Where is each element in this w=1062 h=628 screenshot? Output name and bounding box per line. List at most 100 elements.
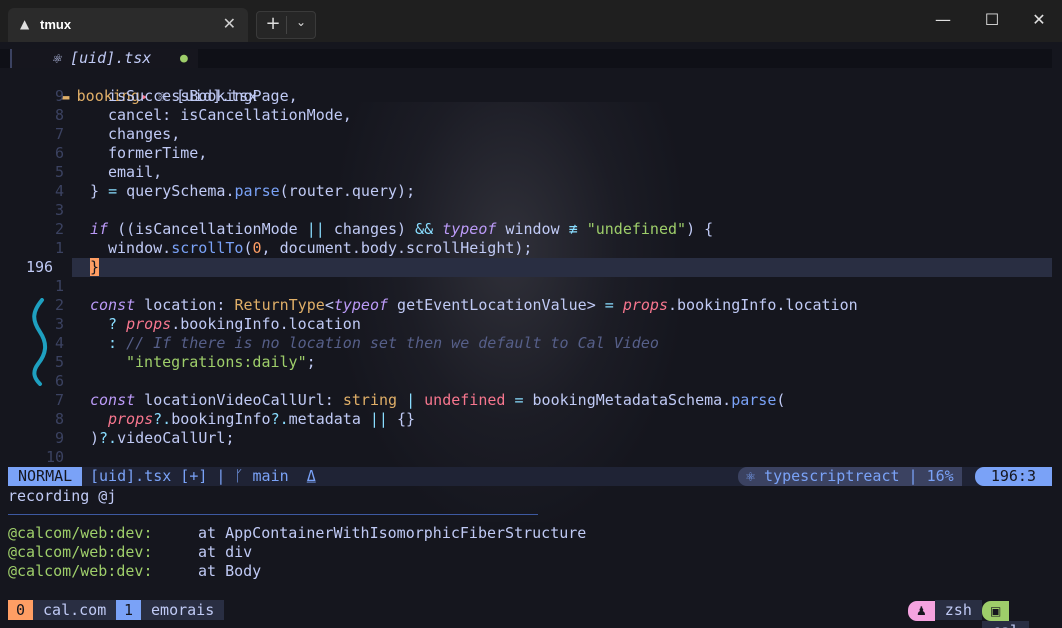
penguin-icon: ♟ bbox=[908, 601, 935, 621]
code-line[interactable]: 4 } = querySchema.parse(router.query); bbox=[0, 182, 1052, 201]
code-line[interactable]: 6 formerTime, bbox=[0, 144, 1052, 163]
status-filetype: ⚛ typescriptreact | 16% bbox=[738, 467, 962, 486]
buffer-tab-active[interactable]: ⚛ [uid].tsx ● bbox=[10, 49, 198, 68]
tmux-status-bar: 0cal.com 1emorais ♟zsh ▣cal bbox=[8, 600, 1052, 628]
line-number: 1 bbox=[54, 239, 64, 257]
code-text: window.scrollTo(0, document.body.scrollH… bbox=[108, 239, 533, 257]
window-name: emorais bbox=[141, 600, 225, 620]
title-bar: ▲ tmux ✕ + ⌄ — ☐ ✕ bbox=[0, 0, 1062, 42]
output-text: at div bbox=[198, 543, 253, 561]
code-text: email, bbox=[108, 163, 163, 181]
pane-divider bbox=[8, 514, 538, 515]
modified-dot-icon: ● bbox=[180, 51, 188, 66]
line-number: 10 bbox=[45, 448, 64, 466]
new-tab-button[interactable]: + bbox=[263, 13, 283, 34]
code-line[interactable]: 1 window.scrollTo(0, document.body.scroll… bbox=[0, 239, 1052, 258]
code-line[interactable]: 10 bbox=[0, 448, 1052, 467]
code-text: ? props.bookingInfo.location bbox=[108, 315, 361, 333]
code-line[interactable]: 3? props.bookingInfo.location bbox=[0, 315, 1052, 334]
window-index: 0 bbox=[8, 600, 34, 620]
code-text: props?.bookingInfo?.metadata || {} bbox=[108, 410, 416, 428]
command-line: recording @j bbox=[8, 487, 117, 505]
code-text: cancel: isCancellationMode, bbox=[108, 106, 352, 124]
output-text: at AppContainerWithIsomorphicFiberStruct… bbox=[198, 524, 587, 542]
tab-title: tmux bbox=[40, 17, 72, 32]
code-line[interactable]: 9 isSuccessBookingPage, bbox=[0, 87, 1052, 106]
minimize-button[interactable]: — bbox=[928, 10, 958, 29]
line-number: 1 bbox=[54, 277, 64, 295]
window-index: 1 bbox=[116, 600, 142, 620]
terminal-window: ▲ tmux ✕ + ⌄ — ☐ ✕ ⚛ [uid].tsx ● ▬ booki… bbox=[0, 0, 1062, 628]
output-text: at Body bbox=[198, 562, 262, 580]
code-text: )?.videoCallUrl; bbox=[90, 429, 235, 447]
output-prefix: @calcom/web:dev: bbox=[8, 543, 153, 561]
output-prefix: @calcom/web:dev: bbox=[8, 524, 153, 542]
line-number: 9 bbox=[54, 429, 64, 447]
code-line[interactable]: 8 props?.bookingInfo?.metadata || {} bbox=[0, 410, 1052, 429]
code-line[interactable]: 7 changes, bbox=[0, 125, 1052, 144]
code-text: const location: ReturnType<typeof getEve… bbox=[90, 296, 858, 314]
buffer-tab-label: ⚛ [uid].tsx bbox=[52, 49, 152, 67]
line-number: 7 bbox=[54, 391, 64, 409]
scroll-wave-icon bbox=[32, 298, 47, 386]
code-text: if ((isCancellationMode || changes) && t… bbox=[90, 220, 714, 238]
code-line[interactable]: 8 cancel: isCancellationMode, bbox=[0, 106, 1052, 125]
new-tab-group: + ⌄ bbox=[256, 11, 316, 39]
code-line[interactable]: 3 bbox=[0, 201, 1052, 220]
terminal-icon: ▣ bbox=[982, 601, 1010, 621]
code-text: formerTime, bbox=[108, 144, 208, 162]
chevron-down-icon[interactable]: ⌄ bbox=[292, 15, 310, 29]
code-text: isSuccessBookingPage, bbox=[108, 87, 298, 105]
tux-icon: ▲ bbox=[20, 17, 30, 31]
session-name: cal bbox=[982, 621, 1030, 628]
maximize-button[interactable]: ☐ bbox=[977, 10, 1007, 29]
line-number: 4 bbox=[54, 182, 64, 200]
code-line[interactable]: 5 "integrations:daily"; bbox=[0, 353, 1052, 372]
terminal-pane[interactable]: ⚛ [uid].tsx ● ▬ booking▸ ⚛ [uid].tsx 9 is… bbox=[0, 42, 1062, 628]
code-text: } = querySchema.parse(router.query); bbox=[90, 182, 416, 200]
tmux-window-0[interactable]: 0 cal.com bbox=[8, 600, 117, 620]
line-number: 9 bbox=[54, 87, 64, 105]
tmux-window-1[interactable]: 1 emorais bbox=[116, 600, 225, 620]
breadcrumb: ▬ booking▸ ⚛ [uid].tsx bbox=[8, 68, 257, 105]
output-line: @calcom/web:dev: at Body bbox=[8, 562, 261, 581]
code-text: const locationVideoCallUrl: string | und… bbox=[90, 391, 786, 409]
code-text: "integrations:daily"; bbox=[126, 353, 316, 371]
window-name: cal.com bbox=[33, 600, 117, 620]
cursor-position: 196:3 bbox=[974, 467, 1052, 486]
line-number: 196 bbox=[26, 258, 54, 276]
line-number: 2 bbox=[54, 220, 64, 238]
line-number: 3 bbox=[54, 201, 64, 219]
line-number: 8 bbox=[54, 106, 64, 124]
status-filename: [uid].tsx [+] | ᚴ main ⍙ bbox=[90, 467, 316, 485]
code-line[interactable]: 9 )?.videoCallUrl; bbox=[0, 429, 1052, 448]
line-number: 6 bbox=[54, 144, 64, 162]
code-text: } bbox=[90, 258, 100, 276]
tab-tmux[interactable]: ▲ tmux ✕ bbox=[8, 8, 248, 42]
code-text: : // If there is no location set then we… bbox=[108, 334, 659, 352]
tmux-session-zsh[interactable]: ♟ zsh bbox=[908, 600, 982, 621]
line-number: 7 bbox=[54, 125, 64, 143]
mode-indicator: NORMAL bbox=[8, 467, 83, 486]
code-line[interactable]: 6 bbox=[0, 372, 1052, 391]
code-line[interactable]: 2 if ((isCancellationMode || changes) && … bbox=[0, 220, 1052, 239]
code-line[interactable]: 1 bbox=[0, 277, 1052, 296]
output-line: @calcom/web:dev: at div bbox=[8, 543, 252, 562]
tmux-session-cal[interactable]: ▣cal bbox=[982, 600, 1052, 628]
buffer-tabline: ⚛ [uid].tsx ● bbox=[0, 49, 1052, 68]
line-number: 8 bbox=[54, 410, 64, 428]
code-line[interactable]: 196} bbox=[26, 258, 1052, 277]
code-text: changes, bbox=[108, 125, 181, 143]
code-line[interactable]: 4: // If there is no location set then w… bbox=[0, 334, 1052, 353]
code-line[interactable]: 5 email, bbox=[0, 163, 1052, 182]
session-name: zsh bbox=[934, 600, 982, 620]
close-window-button[interactable]: ✕ bbox=[1024, 10, 1054, 29]
line-number: 5 bbox=[54, 163, 64, 181]
output-line: @calcom/web:dev: at AppContainerWithIsomo… bbox=[8, 524, 586, 543]
output-prefix: @calcom/web:dev: bbox=[8, 562, 153, 580]
tab-close-icon[interactable]: ✕ bbox=[223, 14, 236, 33]
status-line: NORMAL [uid].tsx [+] | ᚴ main ⍙ ⚛ typesc… bbox=[8, 467, 1052, 486]
divider bbox=[286, 16, 287, 34]
code-line[interactable]: 2 const location: ReturnType<typeof getEv… bbox=[0, 296, 1052, 315]
code-line[interactable]: 7 const locationVideoCallUrl: string | un… bbox=[0, 391, 1052, 410]
